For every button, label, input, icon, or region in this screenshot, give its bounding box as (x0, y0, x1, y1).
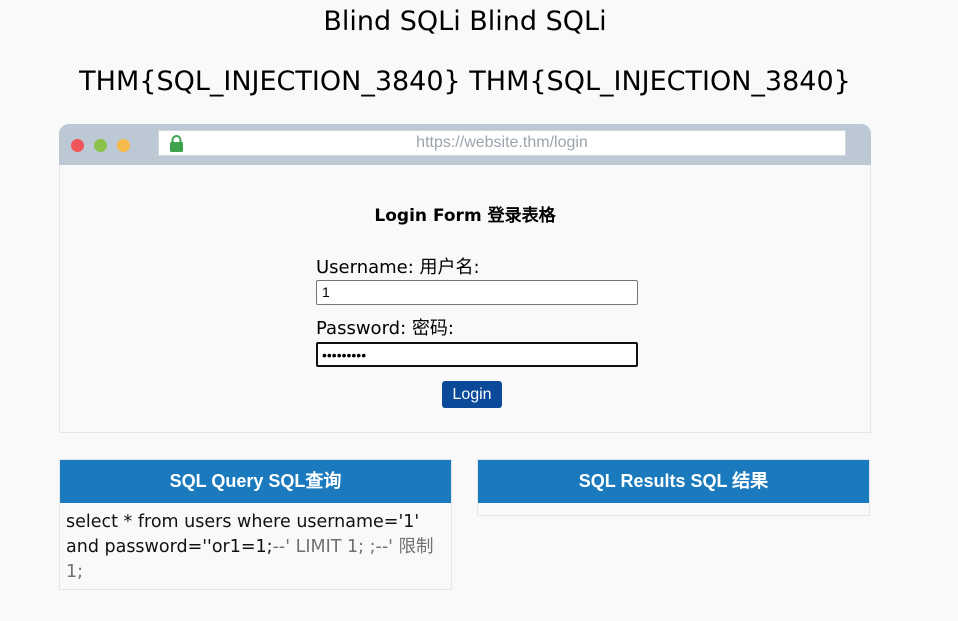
login-button[interactable]: Login (442, 381, 502, 408)
address-bar[interactable]: https://website.thm/login (158, 130, 846, 156)
password-input[interactable]: ••••••••• (316, 342, 638, 367)
sql-results-header: SQL Results SQL 结果 (478, 460, 869, 503)
form-title: Login Form 登录表格 (374, 206, 556, 226)
password-label: Password: 密码: (316, 318, 454, 339)
sql-query-text: select * from users where username='1' a… (60, 503, 451, 592)
browser-toolbar: https://website.thm/login (59, 124, 871, 165)
maximize-dot-icon[interactable] (94, 139, 107, 152)
username-input[interactable]: 1 (316, 280, 638, 305)
browser-window: https://website.thm/login Login Form 登录表… (59, 124, 871, 433)
url-text: https://website.thm/login (416, 134, 588, 151)
username-label: Username: 用户名: (316, 257, 480, 278)
flag-heading: THM{SQL_INJECTION_3840} THM{SQL_INJECTIO… (79, 66, 851, 97)
sql-query-panel: SQL Query SQL查询 select * from users wher… (59, 459, 452, 590)
page-title: Blind SQLi Blind SQLi (323, 6, 607, 37)
minimize-dot-icon[interactable] (117, 139, 130, 152)
close-dot-icon[interactable] (71, 139, 84, 152)
sql-results-panel: SQL Results SQL 结果 (477, 459, 870, 516)
sql-query-header: SQL Query SQL查询 (60, 460, 451, 503)
